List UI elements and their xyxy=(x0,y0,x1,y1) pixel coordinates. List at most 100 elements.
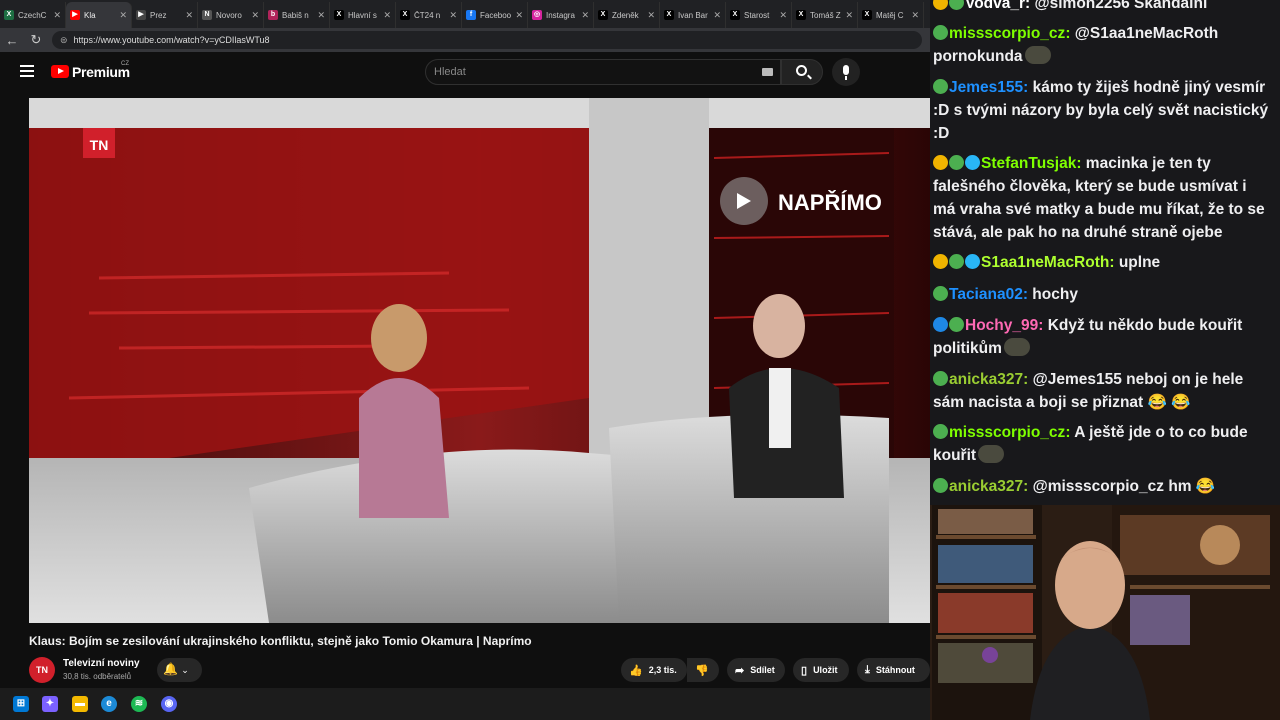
browser-tab[interactable]: ◎ Instagra ✕ xyxy=(528,2,594,28)
site-info-icon[interactable]: ⊜ xyxy=(60,35,68,46)
close-tab-icon[interactable]: ✕ xyxy=(779,10,787,21)
chat-username[interactable]: Jemes155 xyxy=(949,79,1023,96)
badge-icon[interactable] xyxy=(933,424,948,439)
badge-icon[interactable] xyxy=(933,478,948,493)
close-tab-icon[interactable]: ✕ xyxy=(515,10,523,21)
badge-icon[interactable] xyxy=(933,0,948,10)
discord-icon[interactable]: ◉ xyxy=(161,696,177,712)
chat-username[interactable]: missscorpio_cz xyxy=(949,424,1065,441)
edge-icon[interactable]: e xyxy=(101,696,117,712)
youtube-logo-icon[interactable] xyxy=(51,65,69,78)
badge-icon[interactable] xyxy=(949,254,964,269)
browser-tab[interactable]: ▶ Kla ✕ xyxy=(66,2,132,28)
browser-tab[interactable]: X Starost ✕ xyxy=(726,2,792,28)
badge-icon[interactable] xyxy=(933,79,948,94)
keyboard-icon[interactable] xyxy=(762,68,773,76)
video-tab-icon: ▶ xyxy=(136,10,146,20)
reload-icon[interactable]: ↻ xyxy=(24,32,48,48)
chat-separator: : xyxy=(1023,371,1033,388)
badge-icon[interactable] xyxy=(949,155,964,170)
emote-icon[interactable] xyxy=(1024,46,1051,64)
close-tab-icon[interactable]: ✕ xyxy=(713,10,721,21)
close-tab-icon[interactable]: ✕ xyxy=(383,10,391,21)
close-tab-icon[interactable]: ✕ xyxy=(185,10,193,21)
video-player[interactable]: TN NAPŘÍMO xyxy=(29,98,930,623)
close-tab-icon[interactable]: ✕ xyxy=(647,10,655,21)
dislike-button[interactable]: 👎 xyxy=(687,658,719,682)
menu-icon[interactable] xyxy=(20,65,34,77)
chat-message: missscorpio_cz: A ještě jde o to co bude… xyxy=(933,421,1273,467)
chat-message: anicka327: @Jemes155 neboj on je hele sá… xyxy=(933,368,1273,414)
close-tab-icon[interactable]: ✕ xyxy=(119,10,127,21)
badge-icon[interactable] xyxy=(933,317,948,332)
badge-icon[interactable] xyxy=(933,254,948,269)
download-button[interactable]: ⤓ Stáhnout xyxy=(857,658,930,682)
chat-username[interactable]: Taciana02 xyxy=(949,286,1023,303)
badge-icon[interactable] xyxy=(933,371,948,386)
chat-message: Hochy_99: Když tu někdo bude kouřit poli… xyxy=(933,314,1273,360)
browser-tab[interactable]: X Matěj C ✕ xyxy=(858,2,924,28)
badge-icon[interactable] xyxy=(965,155,980,170)
browser-tab[interactable]: X Ivan Bar ✕ xyxy=(660,2,726,28)
badge-icon[interactable] xyxy=(933,286,948,301)
tab-label: Kla xyxy=(84,10,96,20)
chat-username[interactable]: anicka327 xyxy=(949,371,1023,388)
browser-tab[interactable]: X ČT24 n ✕ xyxy=(396,2,462,28)
close-tab-icon[interactable]: ✕ xyxy=(911,10,919,21)
emote-icon[interactable] xyxy=(1003,338,1030,356)
emote-icon[interactable] xyxy=(978,445,1005,463)
chat-username[interactable]: S1aa1neMacRoth xyxy=(981,254,1109,271)
close-tab-icon[interactable]: ✕ xyxy=(845,10,853,21)
chat-username[interactable]: StefanTusjak xyxy=(981,155,1076,172)
windows-start-icon[interactable]: ⊞ xyxy=(13,696,29,712)
like-button[interactable]: 👍 2,3 tis. xyxy=(621,658,687,682)
chat-separator: : xyxy=(1038,317,1048,334)
chat-separator: : xyxy=(1065,25,1075,42)
close-tab-icon[interactable]: ✕ xyxy=(581,10,589,21)
chat-username[interactable]: missscorpio_cz xyxy=(949,25,1065,42)
badge-icon[interactable] xyxy=(933,25,948,40)
chat-username[interactable]: Vodva_r xyxy=(965,0,1025,12)
save-button[interactable]: ▯ Uložit xyxy=(793,658,849,682)
channel-name[interactable]: Televizní noviny xyxy=(63,658,140,669)
spotify-icon[interactable]: ≋ xyxy=(131,696,147,712)
browser-tab[interactable]: N Novoro ✕ xyxy=(198,2,264,28)
x-icon: X xyxy=(334,10,344,20)
browser-tab[interactable]: X Zdeněk ✕ xyxy=(594,2,660,28)
bookmark-icon: ▯ xyxy=(801,664,808,677)
channel-avatar[interactable]: TN xyxy=(29,657,55,683)
youtube-header: Premium CZ Hledat xyxy=(0,52,930,92)
badge-icon[interactable] xyxy=(933,155,948,170)
url-field[interactable]: ⊜ https://www.youtube.com/watch?v=yCDIla… xyxy=(52,31,922,49)
chat-message: anicka327: @missscorpio_cz hm 😂 xyxy=(933,475,1273,498)
share-button[interactable]: ➦ Sdílet xyxy=(727,658,785,682)
close-tab-icon[interactable]: ✕ xyxy=(53,10,61,21)
close-tab-icon[interactable]: ✕ xyxy=(251,10,259,21)
browser-tab[interactable]: X Hlavní s ✕ xyxy=(330,2,396,28)
badge-icon[interactable] xyxy=(965,254,980,269)
search-input[interactable]: Hledat xyxy=(425,59,781,85)
file-explorer-icon[interactable]: ▬ xyxy=(72,696,88,712)
search-button[interactable] xyxy=(781,59,823,85)
chat-username[interactable]: anicka327 xyxy=(949,478,1023,495)
notification-bell-button[interactable]: 🔔 ⌄ xyxy=(157,658,202,682)
browser-tab[interactable]: ▶ Prez ✕ xyxy=(132,2,198,28)
close-tab-icon[interactable]: ✕ xyxy=(449,10,457,21)
tab-label: Ivan Bar xyxy=(678,10,708,20)
excel-icon: X xyxy=(4,10,14,20)
browser-tab[interactable]: X CzechC ✕ xyxy=(0,2,66,28)
browser-tab[interactable]: f Faceboo ✕ xyxy=(462,2,528,28)
badge-icon[interactable] xyxy=(949,317,964,332)
back-icon[interactable]: ← xyxy=(0,33,24,48)
browser-tab[interactable]: X Tomáš Z ✕ xyxy=(792,2,858,28)
tab-label: Starost xyxy=(744,10,770,20)
close-tab-icon[interactable]: ✕ xyxy=(317,10,325,21)
chat-message: missscorpio_cz: @S1aa1neMacRoth pornokun… xyxy=(933,22,1273,68)
chat-separator: : xyxy=(1023,79,1033,96)
x-icon: X xyxy=(664,10,674,20)
chat-username[interactable]: Hochy_99 xyxy=(965,317,1038,334)
voice-search-icon[interactable] xyxy=(832,58,860,86)
browser-tab[interactable]: b Babiš n ✕ xyxy=(264,2,330,28)
copilot-icon[interactable]: ✦ xyxy=(42,696,58,712)
badge-icon[interactable] xyxy=(949,0,964,10)
